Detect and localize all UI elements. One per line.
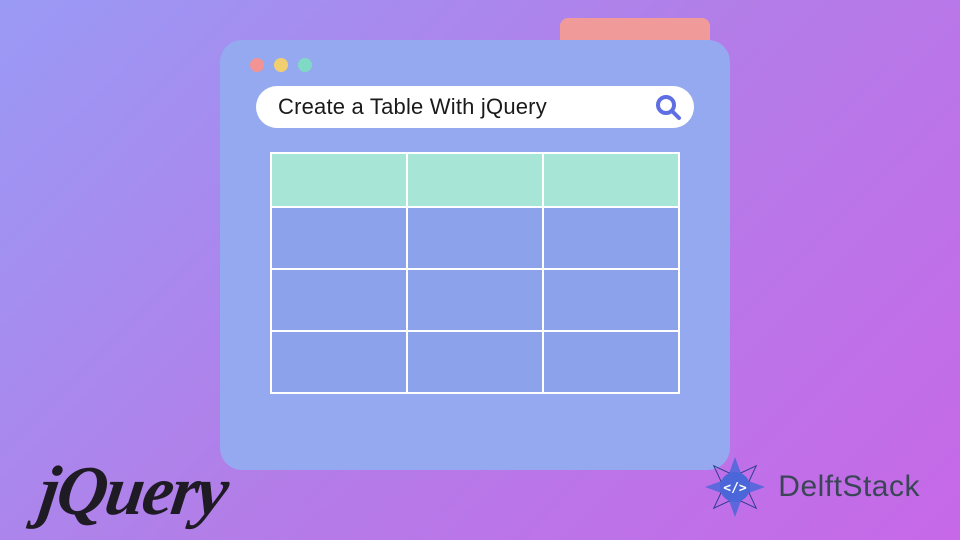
table-cell: [543, 207, 679, 269]
delftstack-text: DelftStack: [778, 470, 920, 504]
search-text: Create a Table With jQuery: [278, 94, 654, 120]
demo-table: [270, 152, 680, 394]
jquery-logo: jQuery: [34, 452, 232, 532]
search-bar[interactable]: Create a Table With jQuery: [256, 86, 694, 128]
delftstack-icon: </>: [700, 452, 770, 522]
window-controls: [250, 58, 706, 72]
table-row: [271, 331, 679, 393]
table-header-cell: [543, 153, 679, 207]
table-cell: [543, 331, 679, 393]
table-cell: [271, 207, 407, 269]
table-row: [271, 207, 679, 269]
table-cell: [271, 269, 407, 331]
svg-text:</>: </>: [724, 481, 748, 496]
table-cell: [407, 269, 543, 331]
table-cell: [271, 331, 407, 393]
search-icon[interactable]: [654, 93, 682, 121]
table-header-cell: [407, 153, 543, 207]
table-cell: [407, 331, 543, 393]
maximize-icon[interactable]: [298, 58, 312, 72]
table-cell: [543, 269, 679, 331]
table-header-cell: [271, 153, 407, 207]
browser-window: Create a Table With jQuery: [220, 40, 730, 470]
table-cell: [407, 207, 543, 269]
table-header-row: [271, 153, 679, 207]
close-icon[interactable]: [250, 58, 264, 72]
table-row: [271, 269, 679, 331]
minimize-icon[interactable]: [274, 58, 288, 72]
delftstack-logo: </> DelftStack: [700, 452, 920, 522]
